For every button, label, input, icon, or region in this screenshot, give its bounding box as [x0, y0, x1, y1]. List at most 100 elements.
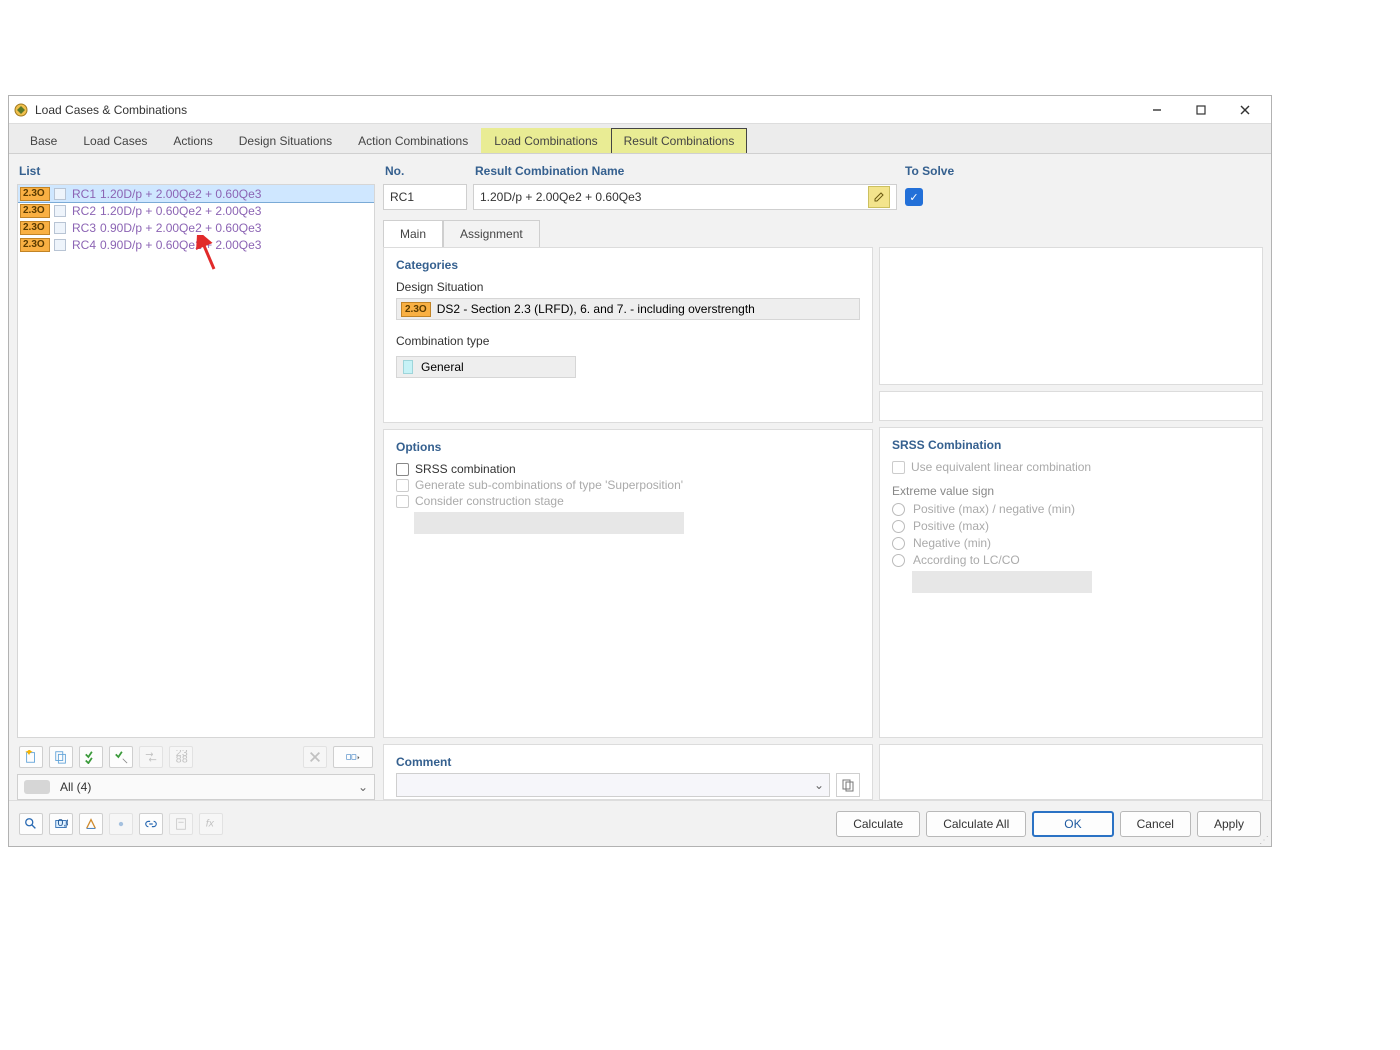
ds-value: DS2 - Section 2.3 (LRFD), 6. and 7. - in…: [437, 302, 755, 316]
categories-card: Categories Design Situation 2.3O DS2 - S…: [383, 247, 873, 423]
extreme-sign-label: Extreme value sign: [892, 484, 1250, 498]
close-button[interactable]: [1223, 96, 1267, 124]
no-label: No.: [383, 160, 467, 184]
name-field: Result Combination Name 1.20D/p + 2.00Qe…: [473, 160, 897, 210]
content-right-column: SRSS Combination Use equivalent linear c…: [879, 247, 1263, 800]
rc-id: RC1: [72, 187, 100, 201]
equivalent-label: Use equivalent linear combination: [911, 460, 1091, 474]
dot-icon[interactable]: [109, 813, 133, 835]
list-item[interactable]: 2.3O RC3 0.90D/p + 2.00Qe2 + 0.60Qe3: [18, 219, 374, 236]
list-filter-combo[interactable]: All (4) ⌄: [17, 774, 375, 800]
radio-label: According to LC/CO: [913, 553, 1020, 567]
chevron-down-icon: ⌄: [358, 780, 368, 794]
srss-checkbox[interactable]: SRSS combination: [396, 462, 860, 476]
dialog-window: Load Cases & Combinations Base Load Case…: [8, 95, 1272, 847]
graphic-card: [879, 247, 1263, 385]
units-icon[interactable]: 0,00: [49, 813, 73, 835]
titlebar: Load Cases & Combinations: [9, 96, 1271, 124]
list-item[interactable]: 2.3O RC1 1.20D/p + 2.00Qe2 + 0.60Qe3: [18, 185, 374, 202]
find-icon[interactable]: [19, 813, 43, 835]
design-situation-label: Design Situation: [396, 280, 860, 294]
cancel-button[interactable]: Cancel: [1120, 811, 1191, 837]
link-icon[interactable]: [139, 813, 163, 835]
tab-base[interactable]: Base: [17, 128, 70, 153]
options-title: Options: [396, 440, 860, 454]
combination-list[interactable]: 2.3O RC1 1.20D/p + 2.00Qe2 + 0.60Qe3 2.3…: [17, 184, 375, 738]
dialog-body: List 2.3O RC1 1.20D/p + 2.00Qe2 + 0.60Qe…: [9, 154, 1271, 800]
radio-according: According to LC/CO: [892, 553, 1250, 567]
list-item[interactable]: 2.3O RC2 1.20D/p + 0.60Qe2 + 2.00Qe3: [18, 202, 374, 219]
edit-name-icon[interactable]: [868, 186, 890, 208]
delete-icon[interactable]: [303, 746, 327, 768]
svg-text:0,00: 0,00: [58, 817, 69, 829]
apply-button[interactable]: Apply: [1197, 811, 1261, 837]
right-panel: No. RC1 Result Combination Name 1.20D/p …: [383, 160, 1263, 800]
tab-design-situations[interactable]: Design Situations: [226, 128, 345, 153]
copy-icon[interactable]: [49, 746, 73, 768]
graphic-toolbar: [879, 391, 1263, 421]
according-slot: [912, 571, 1092, 593]
name-input[interactable]: 1.20D/p + 2.00Qe2 + 0.60Qe3: [473, 184, 897, 210]
ctype-value: General: [421, 360, 464, 374]
gensub-checkbox: Generate sub-combinations of type 'Super…: [396, 478, 860, 492]
minimize-button[interactable]: [1135, 96, 1179, 124]
calculate-button[interactable]: Calculate: [836, 811, 920, 837]
srss-title: SRSS Combination: [892, 438, 1250, 452]
gensub-label: Generate sub-combinations of type 'Super…: [415, 478, 683, 492]
color-swatch: [54, 222, 66, 234]
calc-icon[interactable]: [169, 813, 193, 835]
color-swatch: [54, 239, 66, 251]
combination-type-select[interactable]: General: [396, 356, 576, 378]
radio-label: Positive (max): [913, 519, 989, 533]
color-swatch: [54, 188, 66, 200]
comment-card: Comment ⌄: [383, 744, 873, 800]
tab-actions[interactable]: Actions: [160, 128, 225, 153]
calculate-all-button[interactable]: Calculate All: [926, 811, 1026, 837]
radio-pos-neg: Positive (max) / negative (min): [892, 502, 1250, 516]
list-item[interactable]: 2.3O RC4 0.90D/p + 0.60Qe2 + 2.00Qe3: [18, 236, 374, 253]
view-mode-icon[interactable]: [333, 746, 373, 768]
rc-expression: 1.20D/p + 0.60Qe2 + 2.00Qe3: [100, 204, 261, 218]
tab-load-combinations[interactable]: Load Combinations: [481, 128, 610, 153]
construction-stage-slot: [414, 512, 684, 534]
ok-button[interactable]: OK: [1032, 811, 1113, 837]
tab-assignment[interactable]: Assignment: [443, 220, 540, 247]
deselect-all-icon[interactable]: [109, 746, 133, 768]
categories-title: Categories: [396, 258, 860, 272]
svg-text:fx: fx: [206, 817, 215, 829]
filter-swatch: [24, 780, 50, 794]
name-label: Result Combination Name: [473, 160, 897, 184]
solve-checkbox[interactable]: ✓: [905, 188, 923, 206]
comment-library-icon[interactable]: [836, 773, 860, 797]
member-icon[interactable]: [79, 813, 103, 835]
content-left-column: Categories Design Situation 2.3O DS2 - S…: [383, 247, 873, 800]
form-top-row: No. RC1 Result Combination Name 1.20D/p …: [383, 160, 1263, 210]
construct-checkbox: Consider construction stage: [396, 494, 860, 508]
window-title: Load Cases & Combinations: [35, 103, 1135, 117]
construct-label: Consider construction stage: [415, 494, 564, 508]
new-icon[interactable]: ✦: [19, 746, 43, 768]
tab-load-cases[interactable]: Load Cases: [70, 128, 160, 153]
comment-combo[interactable]: ⌄: [396, 773, 830, 797]
design-situation-select[interactable]: 2.3O DS2 - Section 2.3 (LRFD), 6. and 7.…: [396, 298, 860, 320]
rc-expression: 0.90D/p + 0.60Qe2 + 2.00Qe3: [100, 238, 261, 252]
chevron-down-icon: ⌄: [809, 778, 829, 792]
maximize-button[interactable]: [1179, 96, 1223, 124]
left-panel: List 2.3O RC1 1.20D/p + 2.00Qe2 + 0.60Qe…: [17, 160, 375, 800]
swap-icon[interactable]: [139, 746, 163, 768]
dialog-footer: 0,00 fx Calculate Calculate All OK Cance…: [9, 800, 1271, 846]
list-heading: List: [17, 160, 375, 184]
no-value: RC1: [390, 190, 414, 204]
tab-main[interactable]: Main: [383, 220, 443, 247]
tab-action-combinations[interactable]: Action Combinations: [345, 128, 481, 153]
fx-icon[interactable]: fx: [199, 813, 223, 835]
select-all-icon[interactable]: [79, 746, 103, 768]
renumber-icon[interactable]: 2388: [169, 746, 193, 768]
tab-result-combinations[interactable]: Result Combinations: [611, 128, 748, 153]
svg-text:✦: ✦: [25, 750, 34, 758]
no-input[interactable]: RC1: [383, 184, 467, 210]
solve-label: To Solve: [903, 160, 1263, 184]
rc-expression: 1.20D/p + 2.00Qe2 + 0.60Qe3: [100, 187, 261, 201]
classification-tag: 2.3O: [20, 221, 50, 235]
comment-title: Comment: [396, 755, 860, 769]
